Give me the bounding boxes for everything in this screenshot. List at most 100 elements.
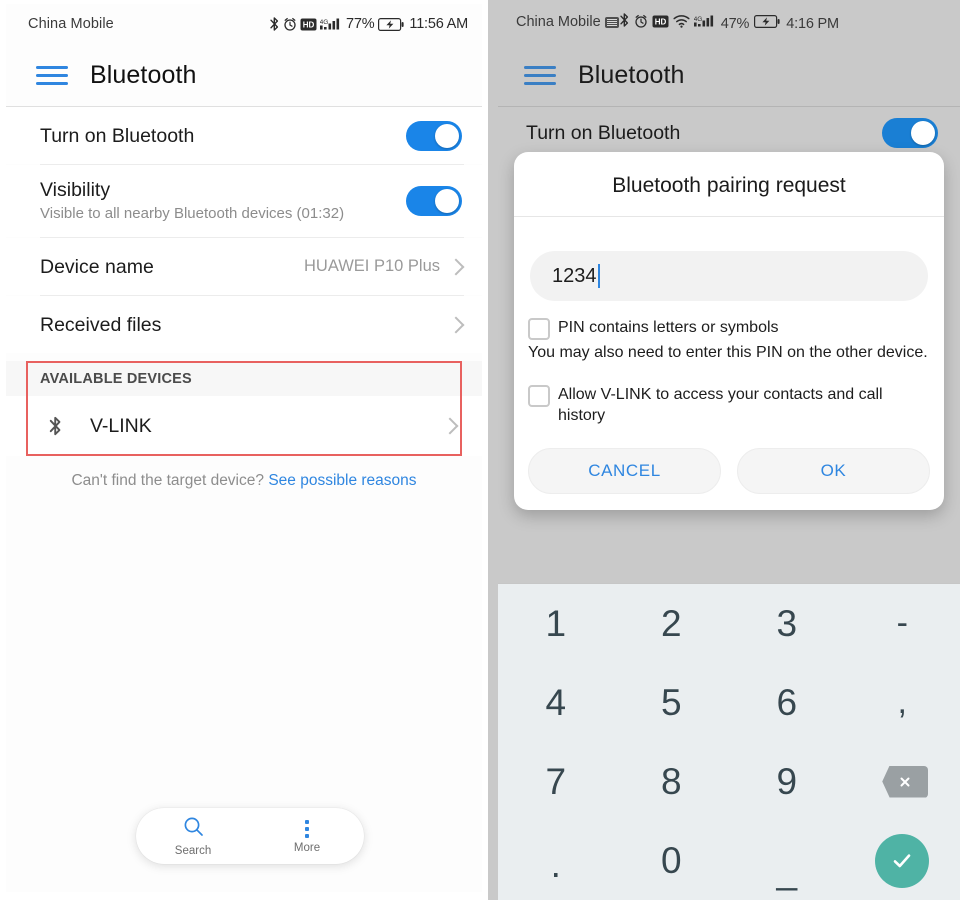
left-app-bar: Bluetooth [6,44,482,106]
battery-percent-label: 77% [345,16,375,32]
pin-input-value: 1234 [552,264,597,287]
hint-text: Can't find the target device? [71,472,264,489]
key-period[interactable]: . [498,821,614,900]
svg-text:4G: 4G [694,16,702,23]
left-phone-panel: China Mobile HD 4G 77% 11:56 AM Bluetoot… [0,0,488,900]
key-7[interactable]: 7 [498,742,614,821]
checkbox-row-allow-contacts[interactable]: Allow V-LINK to access your contacts and… [514,384,944,426]
carrier-label: China Mobile [516,14,601,30]
bluetooth-icon [42,415,68,437]
bluetooth-icon [269,16,280,32]
key-0[interactable]: 0 [614,821,730,900]
device-name-label: V-LINK [90,414,152,437]
toggle-turn-on-bluetooth[interactable] [882,118,938,148]
nav-item-more[interactable]: More [250,808,364,864]
see-possible-reasons-link[interactable]: See possible reasons [268,472,416,489]
hamburger-icon[interactable] [524,63,556,87]
available-devices-header: AVAILABLE DEVICES [6,361,482,396]
row-turn-on-bluetooth[interactable]: Turn on Bluetooth [6,107,482,164]
right-status-bar: China Mobile HD 4G 47% 4:16 PM [498,0,960,44]
row-title: Device name [40,255,154,278]
sim-card-icon [604,16,619,28]
hd-icon: HD [652,15,669,28]
page-title: Bluetooth [578,60,685,89]
nav-label: Search [174,844,212,857]
page-title: Bluetooth [90,60,197,89]
battery-percent-label: 47% [720,16,750,32]
chevron-right-icon [447,258,465,275]
overflow-dots-icon [305,818,309,839]
numeric-keypad: 1 2 3 - 4 5 6 , 7 8 9 . 0 _ [498,583,960,900]
right-phone-panel: China Mobile HD 4G 47% 4:16 PM Bluetooth… [498,0,960,900]
chevron-right-icon [447,316,465,333]
key-1[interactable]: 1 [498,584,614,663]
key-2[interactable]: 2 [614,584,730,663]
row-title: Received files [40,313,162,336]
clock-label: 4:16 PM [786,16,839,32]
alarm-icon [283,17,297,31]
find-device-hint: Can't find the target device? See possib… [6,472,482,490]
row-visibility[interactable]: Visibility Visible to all nearby Bluetoo… [6,165,482,237]
key-comma[interactable]: , [845,663,960,742]
confirm-check-icon [875,833,930,888]
toggle-visibility[interactable] [406,186,462,216]
toggle-turn-on-bluetooth[interactable] [406,120,462,151]
bluetooth-pairing-dialog: Bluetooth pairing request 1234 PIN conta… [514,152,944,510]
carrier-label: China Mobile [28,16,114,32]
battery-icon [754,15,780,28]
key-4[interactable]: 4 [498,663,614,742]
checkbox-label: Allow V-LINK to access your contacts and… [558,386,883,424]
text-caret [597,264,600,288]
screenshot-root: China Mobile HD 4G 77% 11:56 AM Bluetoot… [0,0,960,900]
row-title: Turn on Bluetooth [40,124,195,147]
key-3[interactable]: 3 [729,584,845,663]
key-8[interactable]: 8 [614,742,730,821]
key-confirm[interactable] [845,821,960,900]
bottom-nav-bar: Search More [136,808,364,864]
cancel-button[interactable]: CANCEL [528,448,721,494]
checkbox-allow-contacts[interactable] [528,385,550,407]
nav-item-search[interactable]: Search [136,808,250,864]
nav-label: More [293,842,321,854]
row-subtitle: Visible to all nearby Bluetooth devices … [40,205,345,222]
svg-text:4G: 4G [320,19,328,26]
bluetooth-icon [619,12,630,28]
right-app-bar: Bluetooth [498,44,960,106]
checkbox-label: PIN contains letters or symbols [558,319,779,336]
battery-icon [378,17,405,31]
checkbox-pin-contains-letters[interactable] [528,318,550,340]
backspace-icon [882,765,929,798]
key-9[interactable]: 9 [729,742,845,821]
search-icon [183,816,204,842]
available-devices-section: AVAILABLE DEVICES V-LINK [6,361,482,456]
dialog-title: Bluetooth pairing request [612,174,846,197]
key-6[interactable]: 6 [729,663,845,742]
row-title: Turn on Bluetooth [526,122,681,144]
hd-icon: HD [300,18,317,31]
checkbox-row-pin-letters[interactable]: PIN contains letters or symbols [514,317,944,340]
svg-text:HD: HD [654,18,666,27]
row-device-name[interactable]: Device name HUAWEI P10 Plus [6,238,482,295]
row-received-files[interactable]: Received files [6,296,482,353]
signal-4g-icon: 4G [693,14,716,28]
alarm-icon [634,14,648,28]
device-row-v-link[interactable]: V-LINK [6,396,482,456]
panel-separator [488,0,498,900]
hamburger-icon[interactable] [36,63,68,87]
pin-input[interactable]: 1234 [530,251,928,301]
key-backspace[interactable] [845,742,960,821]
row-title: Visibility [40,179,111,201]
ok-button[interactable]: OK [737,448,930,494]
signal-4g-icon: 4G [319,17,342,31]
key-underscore[interactable]: _ [729,821,845,900]
dialog-note: You may also need to enter this PIN on t… [528,344,928,361]
svg-text:HD: HD [303,20,315,29]
chevron-right-icon [441,417,459,435]
left-status-bar: China Mobile HD 4G 77% 11:56 AM [6,4,482,44]
key-minus[interactable]: - [845,584,960,663]
clock-label: 11:56 AM [409,16,468,32]
wifi-icon [673,14,690,28]
device-name-value: HUAWEI P10 Plus [303,257,440,275]
bluetooth-settings-list: Turn on Bluetooth Visibility Visible to … [6,107,482,353]
key-5[interactable]: 5 [614,663,730,742]
